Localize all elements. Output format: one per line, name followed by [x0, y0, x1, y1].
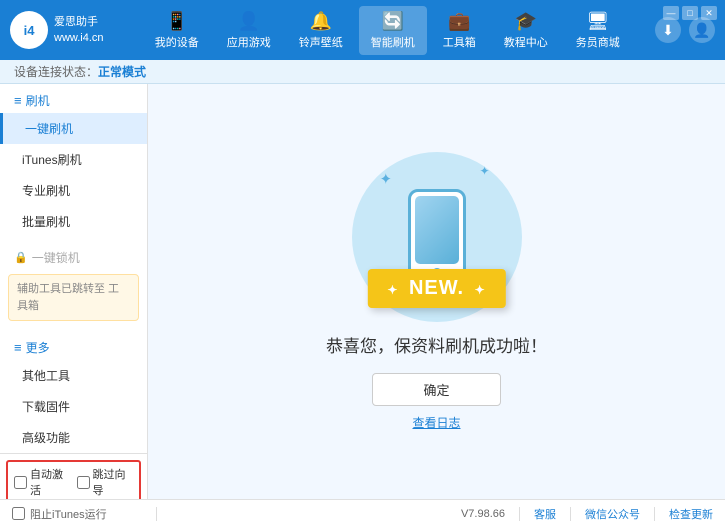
apps-games-icon: 👤: [238, 11, 260, 32]
confirm-button[interactable]: 确定: [372, 373, 500, 406]
itunes-label: 阻止iTunes运行: [30, 506, 107, 522]
logo-area: i4 爱思助手 www.i4.cn: [10, 11, 104, 49]
smart-flash-icon: 🔄: [382, 11, 404, 32]
close-btn[interactable]: ✕: [701, 6, 717, 20]
tab-ringtone[interactable]: 🔔 铃声壁纸: [287, 6, 355, 55]
itunes-checkbox[interactable]: [12, 507, 25, 520]
more-section-icon: ≡: [14, 340, 22, 355]
maximize-btn[interactable]: □: [682, 6, 698, 20]
sidebar-section-flash: ≡ 刷机 一键刷机 iTunes刷机 专业刷机 批量刷机: [0, 84, 147, 237]
new-badge-right-star: ✦: [475, 283, 486, 297]
sidebar-section-more: ≡ 更多 其他工具 下载固件 高级功能: [0, 331, 147, 453]
new-badge-text: NEW.: [409, 277, 464, 299]
sidebar-section-header-flash: ≡ 刷机: [0, 84, 147, 113]
toolbox-icon: 💼: [448, 11, 470, 32]
footer-link-wechat[interactable]: 微信公众号: [585, 506, 640, 522]
success-illustration: ✦ ✦ ✦ ✦ NEW. ✦ 恭喜您，保资料刷机成功啦！ 确定: [326, 152, 547, 431]
log-link[interactable]: 查看日志: [412, 414, 460, 431]
tab-service[interactable]: 🖥 务员商城: [564, 6, 632, 55]
sidebar-item-download-firmware[interactable]: 下载固件: [0, 391, 147, 422]
itunes-bar: 阻止iTunes运行: [12, 506, 148, 522]
minimize-btn[interactable]: —: [663, 6, 679, 20]
sidebar: ≡ 刷机 一键刷机 iTunes刷机 专业刷机 批量刷机 🔒 一键锁机: [0, 84, 148, 499]
sparkle-icon-2: ✦: [479, 164, 489, 178]
sidebar-item-onekey[interactable]: 一键刷机: [0, 113, 147, 144]
sidebar-item-pro[interactable]: 专业刷机: [0, 175, 147, 206]
lock-icon: 🔒: [14, 251, 28, 264]
auto-activate-label[interactable]: 自动激活: [14, 466, 71, 498]
footer-divider-1: [156, 507, 157, 521]
footer-right: V7.98.66 客服 微信公众号 检查更新: [461, 506, 713, 522]
sidebar-section-header-more: ≡ 更多: [0, 331, 147, 360]
checkbox-row: 自动激活 跳过向导: [6, 460, 141, 499]
status-value: 正常模式: [98, 63, 146, 80]
sidebar-item-other-tools[interactable]: 其他工具: [0, 360, 147, 391]
tab-smart-flash[interactable]: 🔄 智能刷机: [359, 6, 427, 55]
sidebar-section-header-lock: 🔒 一键锁机: [0, 241, 147, 270]
user-icon-btn[interactable]: 👤: [689, 17, 715, 43]
sidebar-section-lock: 🔒 一键锁机 辅助工具已跳转至 工具箱: [0, 241, 147, 327]
skip-guide-label[interactable]: 跳过向导: [77, 466, 134, 498]
sidebar-item-advanced[interactable]: 高级功能: [0, 422, 147, 453]
logo-text: 爱思助手 www.i4.cn: [54, 14, 104, 47]
tab-apps-games[interactable]: 👤 应用游戏: [215, 6, 283, 55]
sidebar-item-itunes[interactable]: iTunes刷机: [0, 144, 147, 175]
version-label: V7.98.66: [461, 508, 505, 520]
my-device-icon: 📱: [166, 11, 188, 32]
ringtone-icon: 🔔: [310, 11, 332, 32]
header-right-controls: ⬇ 👤: [655, 17, 715, 43]
content-area: ✦ ✦ ✦ ✦ NEW. ✦ 恭喜您，保资料刷机成功啦！ 确定: [148, 84, 725, 499]
tutorial-icon: 🎓: [515, 11, 537, 32]
footer-divider-2: [519, 507, 520, 521]
sidebar-item-batch[interactable]: 批量刷机: [0, 206, 147, 237]
footer-link-support[interactable]: 客服: [534, 506, 556, 522]
status-prefix: 设备连接状态：: [14, 63, 98, 80]
flash-section-icon: ≡: [14, 93, 22, 108]
success-text: 恭喜您，保资料刷机成功啦！: [326, 332, 547, 357]
phone-screen: [415, 196, 459, 264]
footer-bar: 阻止iTunes运行 V7.98.66 客服 微信公众号 检查更新: [0, 499, 725, 527]
device-area: 自动激活 跳过向导 📱 iPhone 15 Pro Max 512GB iPho…: [0, 453, 147, 499]
service-icon: 🖥: [586, 11, 609, 32]
auto-activate-checkbox[interactable]: [14, 476, 27, 489]
footer-link-update[interactable]: 检查更新: [669, 506, 713, 522]
sparkle-icon-1: ✦: [380, 170, 393, 188]
nav-tabs: 📱 我的设备 👤 应用游戏 🔔 铃声壁纸 🔄 智能刷机 💼 工具箱 🎓 教程中心: [120, 6, 655, 55]
footer-divider-3: [570, 507, 571, 521]
tab-tutorial[interactable]: 🎓 教程中心: [492, 6, 560, 55]
window-controls: — □ ✕: [663, 6, 717, 20]
skip-guide-checkbox[interactable]: [77, 476, 90, 489]
logo-abbr: i4: [24, 23, 35, 38]
tab-my-device[interactable]: 📱 我的设备: [143, 6, 211, 55]
new-badge: ✦ NEW. ✦: [367, 269, 505, 308]
logo-circle: i4: [10, 11, 48, 49]
footer-divider-4: [654, 507, 655, 521]
new-badge-left-star: ✦: [387, 283, 398, 297]
sidebar-notice-box: 辅助工具已跳转至 工具箱: [8, 274, 139, 321]
status-bar: 设备连接状态： 正常模式: [0, 60, 725, 84]
phone-bubble: ✦ ✦ ✦ ✦ NEW. ✦: [352, 152, 522, 322]
tab-toolbox[interactable]: 💼 工具箱: [431, 6, 488, 55]
download-icon-btn[interactable]: ⬇: [655, 17, 681, 43]
